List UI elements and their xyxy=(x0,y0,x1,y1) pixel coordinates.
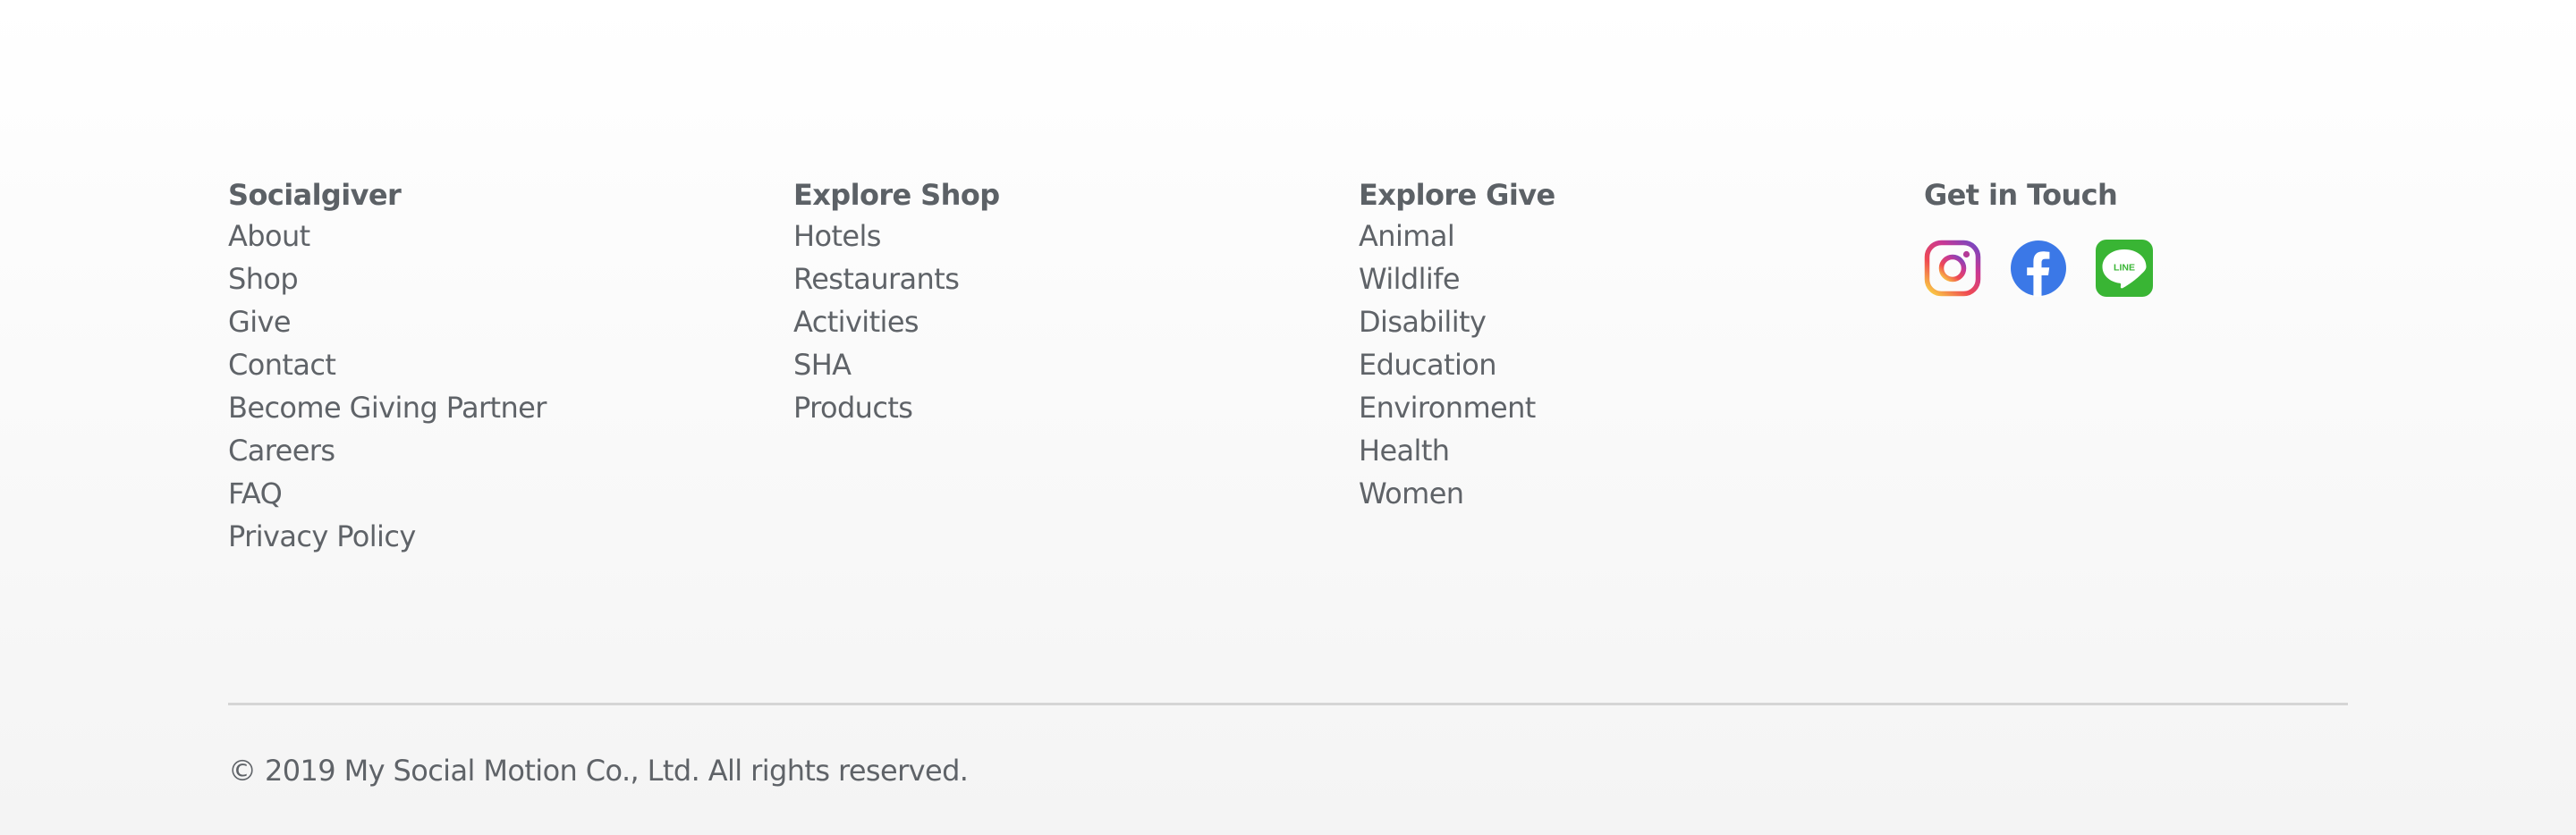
column-heading: Socialgiver xyxy=(228,178,402,212)
footer-link-disability[interactable]: Disability xyxy=(1359,300,1924,343)
footer-divider xyxy=(228,703,2348,705)
footer-link-wildlife[interactable]: Wildlife xyxy=(1359,257,1924,300)
footer-column-get-in-touch: Get in Touch LINE xyxy=(1924,175,2348,558)
line-icon[interactable]: LINE xyxy=(2096,240,2153,297)
footer-link-privacy-policy[interactable]: Privacy Policy xyxy=(228,515,793,558)
column-heading: Get in Touch xyxy=(1924,178,2118,212)
footer-columns: Socialgiver About Shop Give Contact Beco… xyxy=(228,175,2348,558)
footer-link-become-giving-partner[interactable]: Become Giving Partner xyxy=(228,386,793,429)
footer-link-faq[interactable]: FAQ xyxy=(228,472,793,515)
footer-link-give[interactable]: Give xyxy=(228,300,793,343)
line-icon-label: LINE xyxy=(2114,263,2135,274)
footer-link-environment[interactable]: Environment xyxy=(1359,386,1924,429)
footer-column-socialgiver: Socialgiver About Shop Give Contact Beco… xyxy=(228,175,793,558)
footer-link-contact[interactable]: Contact xyxy=(228,343,793,386)
footer-link-health[interactable]: Health xyxy=(1359,429,1924,472)
social-links: LINE xyxy=(1924,240,2348,297)
facebook-icon[interactable] xyxy=(2010,240,2067,297)
instagram-icon[interactable] xyxy=(1924,240,1981,297)
footer-column-explore-shop: Explore Shop Hotels Restaurants Activiti… xyxy=(793,175,1359,558)
link-list: Hotels Restaurants Activities SHA Produc… xyxy=(793,215,1359,429)
footer-link-about[interactable]: About xyxy=(228,215,793,257)
footer-link-hotels[interactable]: Hotels xyxy=(793,215,1359,257)
footer-column-explore-give: Explore Give Animal Wildlife Disability … xyxy=(1359,175,1924,558)
footer-link-women[interactable]: Women xyxy=(1359,472,1924,515)
footer-link-education[interactable]: Education xyxy=(1359,343,1924,386)
copyright-text: © 2019 My Social Motion Co., Ltd. All ri… xyxy=(228,754,969,788)
link-list: About Shop Give Contact Become Giving Pa… xyxy=(228,215,793,558)
link-list: Animal Wildlife Disability Education Env… xyxy=(1359,215,1924,515)
footer-link-restaurants[interactable]: Restaurants xyxy=(793,257,1359,300)
column-heading: Explore Shop xyxy=(793,178,1000,212)
footer-link-animal[interactable]: Animal xyxy=(1359,215,1924,257)
footer-link-sha[interactable]: SHA xyxy=(793,343,1359,386)
column-heading: Explore Give xyxy=(1359,178,1555,212)
footer-link-careers[interactable]: Careers xyxy=(228,429,793,472)
footer-link-products[interactable]: Products xyxy=(793,386,1359,429)
footer-link-activities[interactable]: Activities xyxy=(793,300,1359,343)
footer-link-shop[interactable]: Shop xyxy=(228,257,793,300)
